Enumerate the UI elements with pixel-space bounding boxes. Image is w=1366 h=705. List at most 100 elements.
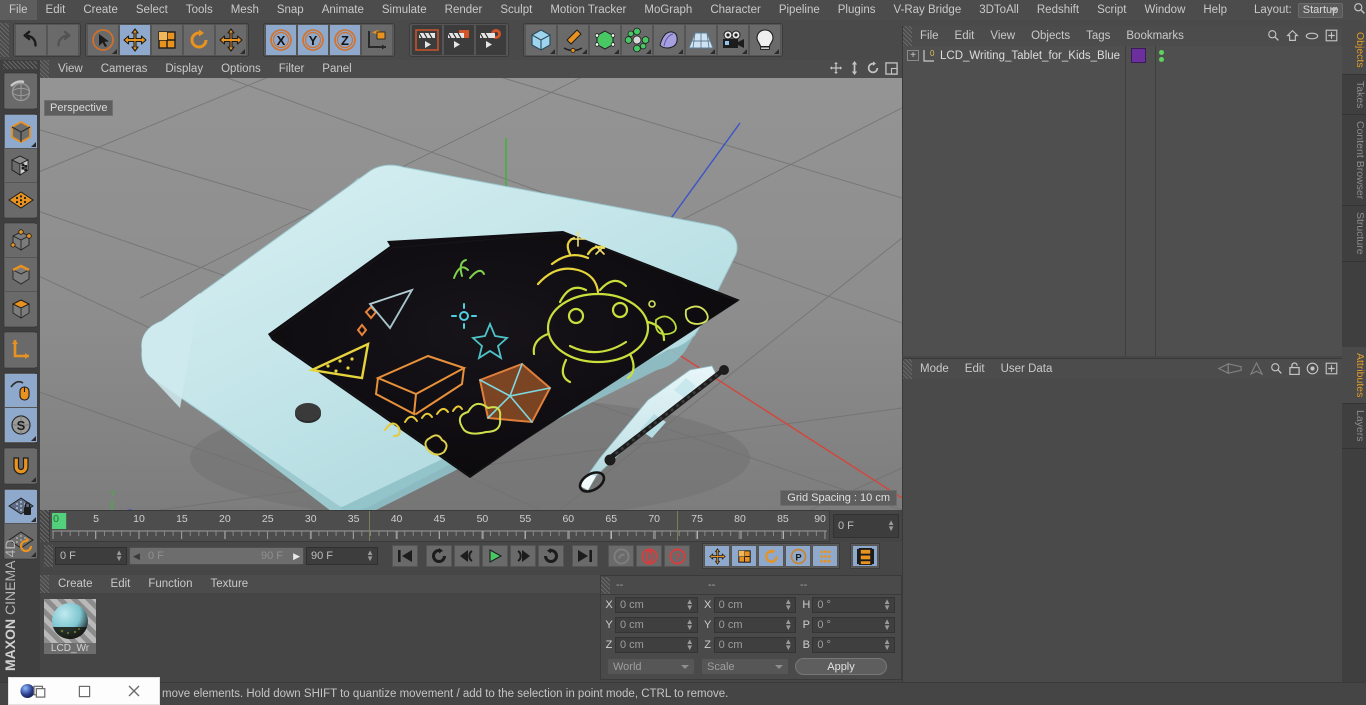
size-mode-select[interactable]: Scale [701, 658, 789, 675]
close-window-button[interactable] [109, 677, 159, 705]
search-icon[interactable] [1267, 29, 1280, 45]
attribute-menu-mode[interactable]: Mode [912, 359, 957, 379]
spinner-icon[interactable]: ▲ ▼ [883, 598, 891, 612]
make-editable-button[interactable] [5, 115, 37, 149]
viewport-menu-view[interactable]: View [49, 60, 92, 78]
size-y-input[interactable]: 0 cm ▲ ▼ [713, 617, 797, 633]
menu-item-edit[interactable]: Edit [37, 0, 75, 20]
record-active-objects-button[interactable] [608, 545, 634, 567]
position-key-button[interactable] [704, 545, 730, 567]
tab-objects[interactable]: Objects [1342, 26, 1366, 75]
go-to-start-button[interactable] [392, 545, 418, 567]
go-to-end-button[interactable] [572, 545, 598, 567]
play-reverse-loop-button[interactable] [426, 545, 452, 567]
add-generator-button[interactable] [589, 24, 621, 56]
spinner-icon[interactable]: ▲ ▼ [686, 618, 694, 632]
scale-button[interactable] [151, 24, 183, 56]
step-back-button[interactable] [454, 545, 480, 567]
y-axis-lock-button[interactable]: Y [297, 24, 329, 56]
position-z-input[interactable]: 0 cm ▲ ▼ [615, 637, 698, 653]
menu-item-snap[interactable]: Snap [268, 0, 313, 20]
search-icon[interactable] [1353, 2, 1366, 18]
material-gripper[interactable] [40, 575, 49, 593]
tab-content-browser[interactable]: Content Browser [1342, 115, 1366, 207]
timeline-ruler[interactable]: 0 5 10 15 20 25 30 35 40 45 50 55 60 65 70 75 80 85 90 [49, 510, 830, 542]
viewport-menu-options[interactable]: Options [212, 60, 270, 78]
add-scene-button[interactable] [685, 24, 717, 56]
object-gripper[interactable] [903, 26, 912, 46]
object-menu-bookmarks[interactable]: Bookmarks [1118, 26, 1192, 46]
viewport-menu-panel[interactable]: Panel [313, 60, 360, 78]
viewport-solo-button[interactable] [5, 183, 37, 217]
preview-end-input[interactable]: 90 F ▲ ▼ [306, 547, 378, 565]
enable-axis-button[interactable] [5, 333, 37, 367]
soft-selection-button[interactable]: S [5, 408, 37, 442]
material-menu-edit[interactable]: Edit [102, 575, 140, 593]
menu-item-mograph[interactable]: MoGraph [635, 0, 701, 20]
coordinate-system-select[interactable]: World [607, 658, 695, 675]
z-axis-lock-button[interactable]: Z [329, 24, 361, 56]
timeline-current-frame-field[interactable]: 0 F ▲ ▼ [833, 514, 899, 538]
world-object-coord-button[interactable] [361, 24, 393, 56]
object-row[interactable]: + 0 LCD_Writing_Tablet_for_Kids_Blue [903, 46, 1342, 65]
menu-item-simulate[interactable]: Simulate [373, 0, 436, 20]
workplane-button[interactable] [5, 374, 37, 408]
menu-item-render[interactable]: Render [436, 0, 492, 20]
redo-button[interactable] [47, 24, 79, 56]
ellipse-icon[interactable] [1305, 31, 1319, 44]
timeline-toggle-button[interactable] [852, 545, 878, 567]
object-tree[interactable]: + 0 LCD_Writing_Tablet_for_Kids_Blue [903, 46, 1342, 356]
play-forward-loop-button[interactable] [538, 545, 564, 567]
point-level-animation-button[interactable] [812, 545, 838, 567]
menu-item-select[interactable]: Select [127, 0, 177, 20]
home-icon[interactable] [1286, 29, 1299, 45]
material-menu-function[interactable]: Function [139, 575, 201, 593]
rotation-key-button[interactable] [758, 545, 784, 567]
maximize-icon[interactable] [885, 61, 898, 78]
menu-item-window[interactable]: Window [1135, 0, 1194, 20]
size-x-input[interactable]: 0 cm ▲ ▼ [713, 597, 797, 613]
pan-icon[interactable] [829, 61, 843, 78]
expand-icon[interactable] [1325, 29, 1338, 45]
menu-item-tools[interactable]: Tools [177, 0, 222, 20]
render-settings-button[interactable] [475, 24, 507, 56]
toolbar-gripper[interactable] [0, 23, 9, 57]
edges-mode-button[interactable] [5, 258, 37, 292]
expand-icon[interactable] [1325, 362, 1338, 378]
menu-item-file[interactable]: File [0, 0, 37, 20]
render-to-picture-viewer-button[interactable] [443, 24, 475, 56]
menu-item-mesh[interactable]: Mesh [222, 0, 268, 20]
add-camera-button[interactable] [717, 24, 749, 56]
material-tag-icon[interactable] [1131, 48, 1146, 63]
points-mode-button[interactable] [5, 224, 37, 258]
menu-item-pipeline[interactable]: Pipeline [770, 0, 829, 20]
spinner-icon[interactable]: ▲ ▼ [366, 549, 374, 563]
lock-workplane-button[interactable] [5, 490, 37, 524]
viewport-canvas[interactable]: Y X Z [40, 78, 902, 510]
object-menu-tags[interactable]: Tags [1078, 26, 1118, 46]
spinner-icon[interactable]: ▲ ▼ [686, 638, 694, 652]
tab-layers[interactable]: Layers [1342, 404, 1366, 449]
attribute-menu-edit[interactable]: Edit [957, 359, 993, 379]
menu-item-plugins[interactable]: Plugins [829, 0, 885, 20]
object-menu-edit[interactable]: Edit [947, 26, 983, 46]
rotate-icon[interactable] [866, 61, 880, 78]
tab-attributes[interactable]: Attributes [1342, 346, 1366, 405]
move-alt-button[interactable] [215, 24, 247, 56]
visibility-dots-icon[interactable] [1159, 49, 1164, 62]
menu-item-sculpt[interactable]: Sculpt [491, 0, 541, 20]
range-left-arrow-icon[interactable]: ◀ [133, 551, 140, 562]
spinner-icon[interactable]: ▲ ▼ [784, 618, 792, 632]
undo-view-button[interactable] [5, 74, 37, 108]
search-icon[interactable] [1270, 362, 1283, 378]
spinner-icon[interactable]: ▲ ▼ [686, 598, 694, 612]
app-icon-button[interactable] [9, 677, 59, 705]
menu-item-redshift[interactable]: Redshift [1028, 0, 1088, 20]
rotation-p-input[interactable]: 0 ° ▲ ▼ [812, 617, 896, 633]
prev-icon[interactable] [1217, 362, 1243, 378]
step-forward-button[interactable] [510, 545, 536, 567]
autokeying-button[interactable] [636, 545, 662, 567]
render-view-button[interactable] [411, 24, 443, 56]
next-icon[interactable] [1249, 361, 1264, 378]
scale-key-button[interactable] [731, 545, 757, 567]
